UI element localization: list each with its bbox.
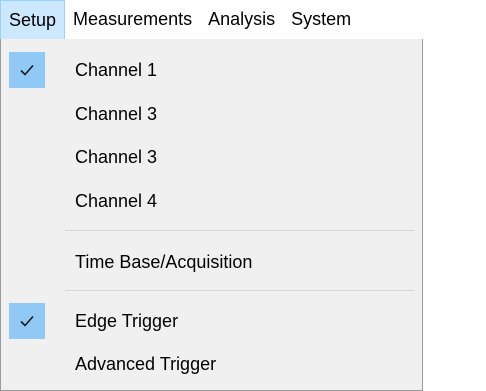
menu-item-edge-trigger[interactable]: Edge Trigger [3,300,420,342]
menu-bar: Setup Measurements Analysis System [0,0,486,39]
menu-item-label: Time Base/Acquisition [75,251,253,272]
menu-item-channel-1[interactable]: Channel 1 [3,49,420,91]
menu-item-label: Channel 1 [75,59,158,80]
menu-item-label: Channel 3 [75,103,158,124]
menu-item-channel-3-second[interactable]: Channel 3 [3,136,420,178]
menu-separator [65,290,414,291]
menu-item-channel-4[interactable]: Channel 4 [3,180,420,222]
menu-item-label: Edge Trigger [75,310,179,331]
menu-analysis[interactable]: Analysis [200,0,283,39]
menu-system[interactable]: System [283,0,359,39]
menu-setup[interactable]: Setup [0,0,66,39]
menu-item-label: Channel 4 [75,190,158,211]
menu-item-channel-3[interactable]: Channel 3 [3,93,420,135]
checkmark-icon [9,303,45,339]
menu-measurements[interactable]: Measurements [65,0,200,39]
menu-item-time-base-acquisition[interactable]: Time Base/Acquisition [3,241,420,283]
menu-item-label: Advanced Trigger [75,353,217,374]
setup-dropdown-menu: Channel 1 Channel 3 Channel 3 Channel 4 … [0,39,423,391]
menu-item-advanced-trigger[interactable]: Advanced Trigger [3,343,420,385]
menu-separator [65,230,414,231]
menu-item-label: Channel 3 [75,146,158,167]
checkmark-icon [9,52,45,88]
